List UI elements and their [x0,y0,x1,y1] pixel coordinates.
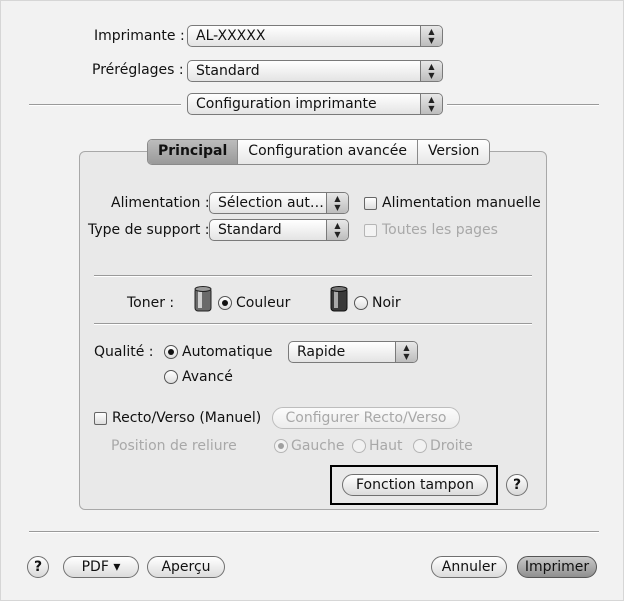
popup-arrows-icon: ▲ ▼ [326,220,348,240]
popup-arrows-icon: ▲ ▼ [420,26,442,46]
media-type-value: Standard [218,222,282,238]
manual-feed-label: Alimentation manuelle [382,195,541,211]
toner-label: Toner : [127,295,175,311]
presets-label: Préréglages : [92,62,184,78]
all-pages-label: Toutes les pages [382,222,498,238]
binding-right-label: Droite [430,438,473,454]
presets-popup[interactable]: Standard ▲ ▼ [187,60,443,82]
binding-top-label: Haut [369,438,403,454]
toner-color-label: Couleur [236,295,291,311]
printer-label: Imprimante : [94,28,185,44]
paper-source-popup[interactable]: Sélection aut… ▲ ▼ [209,192,349,214]
popup-arrows-icon: ▲ ▼ [326,193,348,213]
tab-version[interactable]: Version [418,140,489,164]
paper-source-label: Alimentation : [111,195,210,211]
tab-bar: Principal Configuration avancée Version [147,139,491,165]
toner-color-radio[interactable] [218,296,232,310]
binding-top-radio[interactable] [352,439,366,453]
popup-arrows-icon: ▲ ▼ [395,342,417,362]
toner-black-radio[interactable] [354,296,368,310]
toner-black-icon [330,286,348,312]
all-pages-checkbox[interactable] [364,224,377,237]
paper-source-value: Sélection aut… [218,195,324,211]
print-dialog: Imprimante : AL-XXXXX ▲ ▼ Préréglages : S… [0,0,624,601]
quality-auto-radio[interactable] [164,345,178,359]
preview-button[interactable]: Aperçu [147,556,225,578]
presets-value: Standard [196,63,260,79]
cancel-button[interactable]: Annuler [431,556,507,578]
media-type-label: Type de support : [88,222,210,238]
binding-position-label: Position de reliure [111,438,237,454]
quality-auto-label: Automatique [182,344,273,360]
panel-value: Configuration imprimante [196,96,377,112]
binding-left-radio[interactable] [274,439,288,453]
printer-popup[interactable]: AL-XXXXX ▲ ▼ [187,25,443,47]
tab-principal[interactable]: Principal [148,140,239,164]
quality-advanced-label: Avancé [182,369,233,385]
separator [29,104,181,106]
separator [94,323,532,325]
pdf-menu-button[interactable]: PDF ▾ [63,556,139,578]
toner-color-icon [194,286,212,312]
separator [29,531,599,533]
binding-left-label: Gauche [291,438,345,454]
help-icon[interactable]: ? [506,474,528,496]
toner-black-label: Noir [372,295,401,311]
binding-right-radio[interactable] [413,439,427,453]
separator [447,104,599,106]
panel-popup[interactable]: Configuration imprimante ▲ ▼ [187,93,443,115]
separator [94,275,532,277]
duplex-label: Recto/Verso (Manuel) [112,410,262,426]
manual-feed-checkbox[interactable] [364,197,377,210]
printer-value: AL-XXXXX [196,28,266,44]
quality-label: Qualité : [94,344,154,360]
help-icon[interactable]: ? [27,556,49,578]
media-type-popup[interactable]: Standard ▲ ▼ [209,219,349,241]
quality-auto-popup[interactable]: Rapide ▲ ▼ [288,341,418,363]
quality-advanced-radio[interactable] [164,370,178,384]
tab-advanced[interactable]: Configuration avancée [238,140,418,164]
duplex-checkbox[interactable] [94,412,107,425]
configure-duplex-button[interactable]: Configurer Recto/Verso [272,407,460,429]
stamp-function-button[interactable]: Fonction tampon [342,474,488,496]
print-button[interactable]: Imprimer [517,556,597,578]
quality-auto-value: Rapide [297,344,346,360]
popup-arrows-icon: ▲ ▼ [420,94,442,114]
popup-arrows-icon: ▲ ▼ [420,61,442,81]
